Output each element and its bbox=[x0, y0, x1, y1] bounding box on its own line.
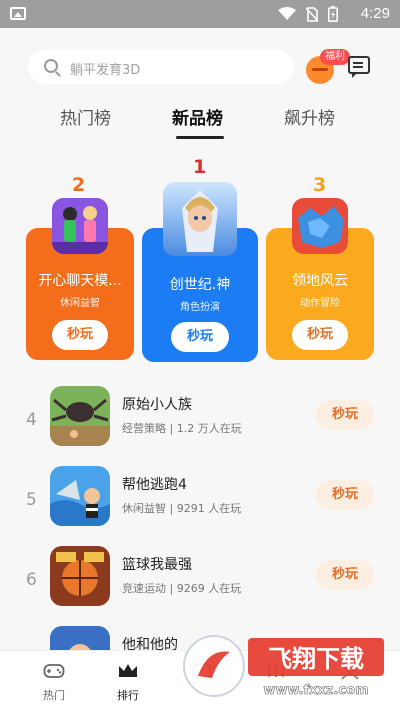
game-icon-genesis-god bbox=[163, 182, 237, 256]
status-time: 4:29 bbox=[360, 5, 390, 22]
search-bar[interactable]: 躺平发育3D bbox=[28, 50, 294, 84]
tab-rising[interactable]: 飙升榜 bbox=[284, 104, 335, 129]
nav-label: 排行 bbox=[117, 689, 139, 702]
message-icon[interactable] bbox=[348, 56, 370, 78]
podium-game-category: 休闲益智 bbox=[60, 298, 100, 309]
tab-new[interactable]: 新品榜 bbox=[172, 104, 223, 129]
status-icons bbox=[278, 6, 338, 22]
wifi-icon bbox=[278, 7, 296, 20]
podium-game-category: 角色扮演 bbox=[180, 302, 220, 313]
nav-label: 热门 bbox=[43, 689, 65, 702]
avatar-face-icon bbox=[312, 68, 328, 71]
play-button[interactable]: 秒玩 bbox=[292, 320, 348, 350]
active-tab-indicator bbox=[176, 136, 224, 139]
game-meta: 经营策略 | 1.2 万人在玩 bbox=[122, 422, 242, 435]
play-button[interactable]: 秒玩 bbox=[316, 560, 374, 590]
rank-number: 4 bbox=[26, 410, 37, 430]
podium-game-name: 创世纪.神 bbox=[169, 277, 231, 293]
game-icon-primitive-tribe bbox=[50, 386, 110, 446]
play-button[interactable]: 秒玩 bbox=[316, 400, 374, 430]
podium-game-category: 动作冒险 bbox=[300, 298, 340, 309]
game-meta: 竞速运动 | 9269 人在玩 bbox=[122, 582, 242, 595]
rank-number: 6 bbox=[26, 570, 37, 590]
game-meta: 休闲益智 | 9291 人在玩 bbox=[122, 502, 242, 515]
podium-game-name: 领地风云 bbox=[292, 273, 348, 289]
svg-text:www.fxxz.com: www.fxxz.com bbox=[263, 683, 368, 698]
podium-rank-2: 2 bbox=[72, 174, 86, 196]
crown-icon bbox=[117, 661, 139, 681]
play-button[interactable]: 秒玩 bbox=[52, 320, 108, 350]
nav-item-hot[interactable]: 热门 bbox=[24, 661, 84, 703]
no-sim-icon bbox=[306, 6, 318, 22]
rank-number: 5 bbox=[26, 490, 37, 510]
list-item[interactable]: 4 原始小人族 经营策略 | 1.2 万人在玩 秒玩 bbox=[0, 386, 400, 466]
watermark-logo: 飞翔下载 www.fxxz.com bbox=[183, 635, 384, 698]
svg-text:飞翔下载: 飞翔下载 bbox=[268, 645, 364, 673]
game-title: 原始小人族 bbox=[122, 397, 192, 413]
nav-item-ranking[interactable]: 排行 bbox=[98, 661, 158, 703]
list-item[interactable]: 5 帮他逃跑4 休闲益智 | 9291 人在玩 秒玩 bbox=[0, 466, 400, 546]
search-placeholder: 躺平发育3D bbox=[70, 63, 141, 78]
status-bar: 4:29 bbox=[0, 0, 400, 28]
podium-rank-3: 3 bbox=[313, 174, 327, 196]
game-title: 帮他逃跑4 bbox=[122, 477, 187, 493]
welfare-badge: 福利 bbox=[320, 49, 350, 65]
tab-hot[interactable]: 热门榜 bbox=[60, 104, 111, 129]
game-title: 篮球我最强 bbox=[122, 557, 192, 573]
game-icon-territory bbox=[292, 198, 348, 254]
game-icon-basketball bbox=[50, 546, 110, 606]
list-item[interactable]: 6 篮球我最强 竞速运动 | 9269 人在玩 秒玩 bbox=[0, 546, 400, 626]
battery-icon bbox=[328, 6, 338, 22]
game-icon-help-him-escape bbox=[50, 466, 110, 526]
gallery-icon bbox=[10, 7, 26, 20]
podium-game-name: 开心聊天模... bbox=[38, 273, 122, 289]
gamepad-icon bbox=[43, 661, 65, 681]
search-icon bbox=[44, 59, 58, 73]
game-icon-chat-sim bbox=[52, 198, 108, 254]
app-screen: 4:29 躺平发育3D 福利 热门榜 新品榜 飙升榜 2 开心聊天模... 休闲… bbox=[0, 0, 400, 711]
play-button[interactable]: 秒玩 bbox=[316, 480, 374, 510]
play-button[interactable]: 秒玩 bbox=[171, 322, 229, 352]
podium-rank-1: 1 bbox=[193, 156, 207, 178]
